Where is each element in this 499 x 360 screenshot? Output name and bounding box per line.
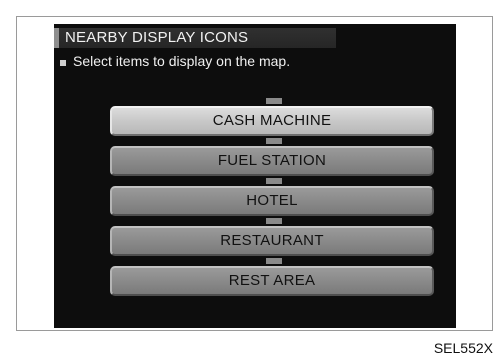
cash-machine-button[interactable]: CASH MACHINE xyxy=(110,106,434,136)
button-connector xyxy=(266,178,282,184)
rest-area-button[interactable]: REST AREA xyxy=(110,266,434,296)
bullet-icon xyxy=(60,60,66,66)
button-connector xyxy=(266,218,282,224)
instruction-row: Select items to display on the map. xyxy=(60,52,290,70)
instruction-text: Select items to display on the map. xyxy=(73,53,291,69)
fuel-station-button[interactable]: FUEL STATION xyxy=(110,146,434,176)
nav-screen: NEARBY DISPLAY ICONS Select items to dis… xyxy=(54,24,456,328)
hotel-button[interactable]: HOTEL xyxy=(110,186,434,216)
restaurant-button[interactable]: RESTAURANT xyxy=(110,226,434,256)
button-connector xyxy=(266,98,282,104)
screen-title: NEARBY DISPLAY ICONS xyxy=(54,28,336,48)
button-connector xyxy=(266,258,282,264)
button-connector xyxy=(266,138,282,144)
figure-code: SEL552X xyxy=(433,340,493,356)
